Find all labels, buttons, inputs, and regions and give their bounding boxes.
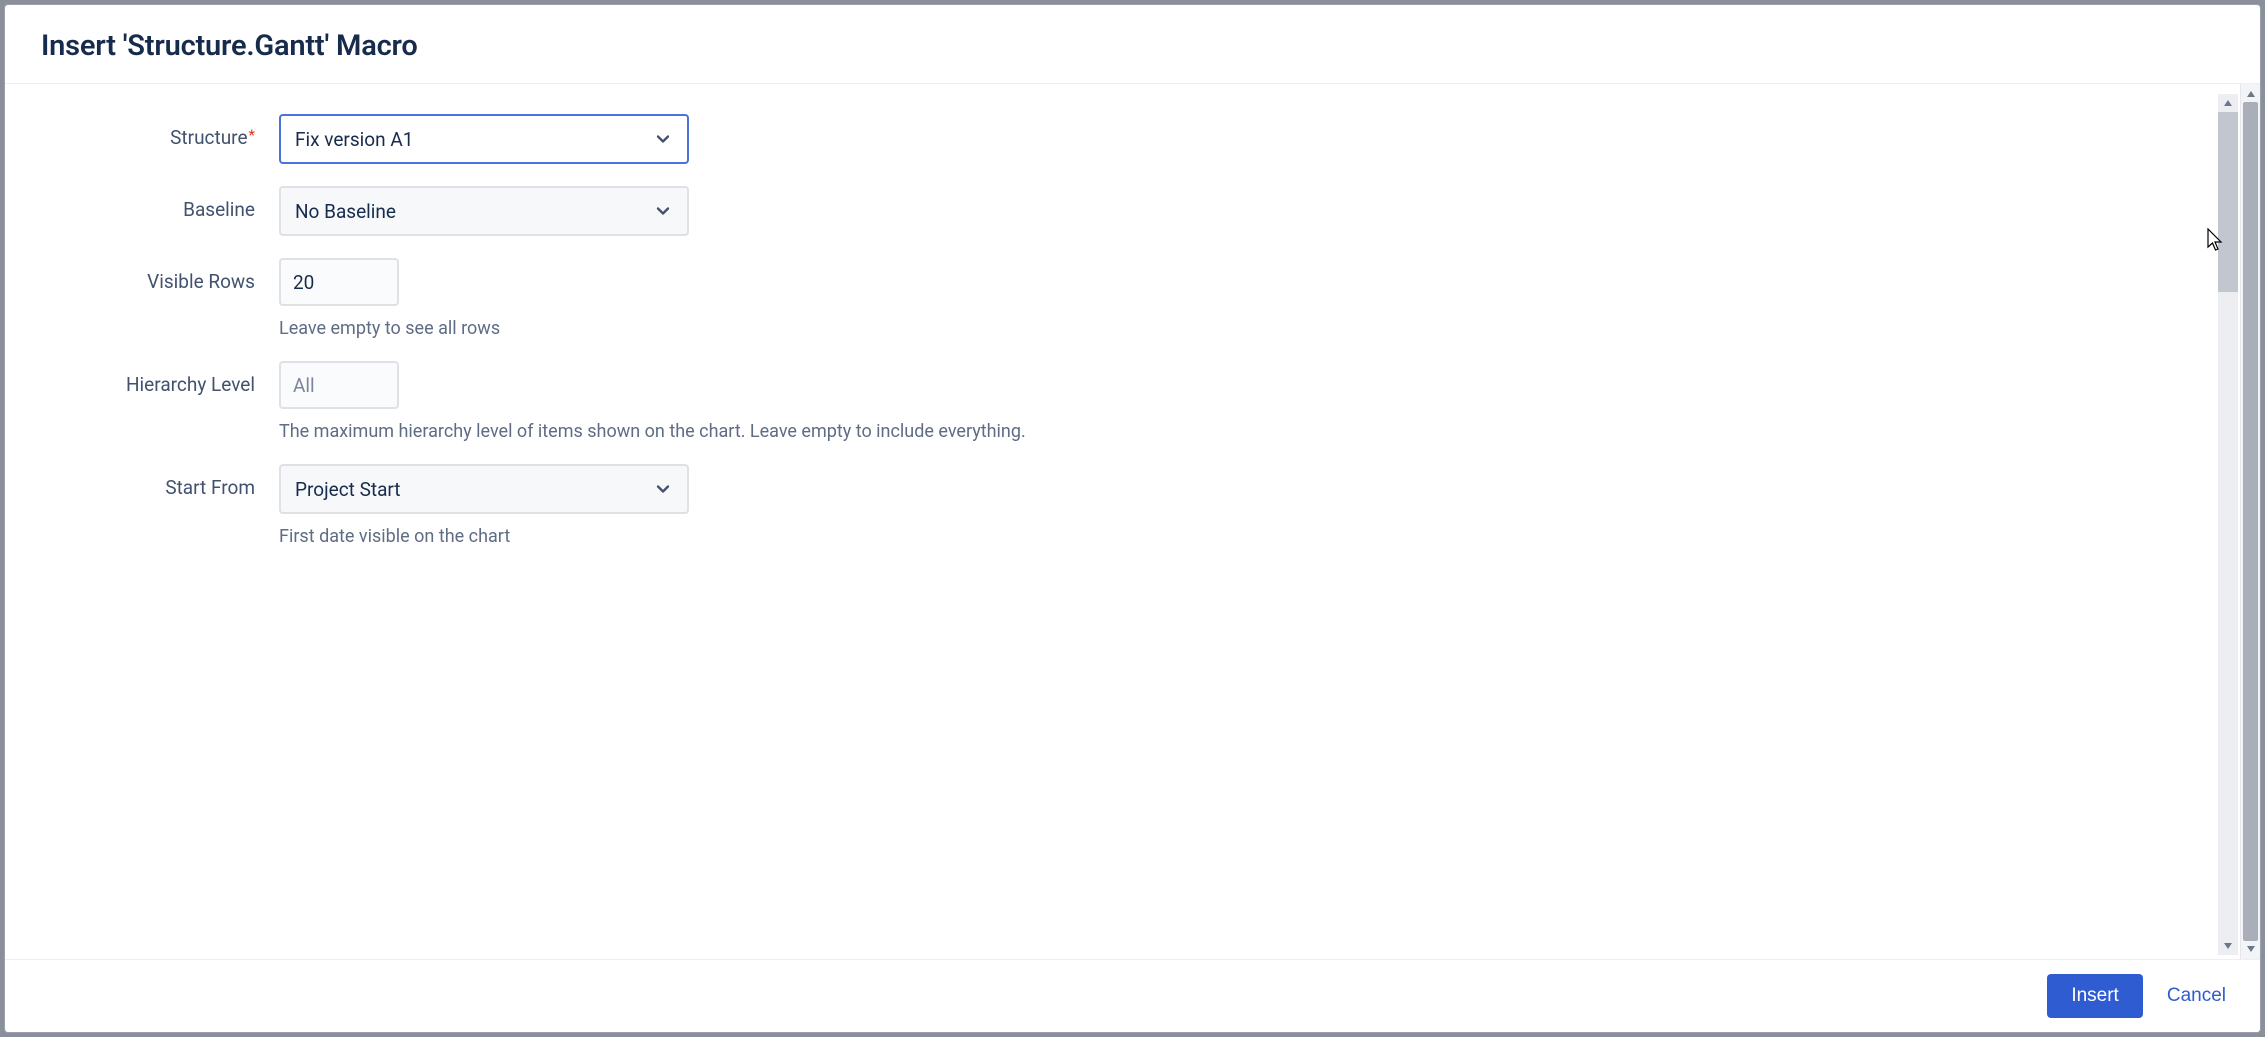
field-row-visible-rows: Visible Rows Leave empty to see all rows bbox=[41, 258, 2182, 361]
structure-select-value: Fix version A1 bbox=[295, 128, 653, 151]
structure-select[interactable]: Fix version A1 bbox=[279, 114, 689, 164]
field-label-visible-rows: Visible Rows bbox=[41, 258, 279, 293]
hierarchy-level-help: The maximum hierarchy level of items sho… bbox=[279, 421, 1026, 442]
field-row-start-from: Start From Project Start First date visi… bbox=[41, 464, 2182, 569]
scroll-down-arrow-icon[interactable] bbox=[2241, 941, 2260, 957]
dialog-title: Insert 'Structure.Gantt' Macro bbox=[41, 29, 2224, 63]
visible-rows-help: Leave empty to see all rows bbox=[279, 318, 500, 339]
outer-scrollbar-thumb[interactable] bbox=[2243, 102, 2258, 941]
hierarchy-level-input[interactable] bbox=[279, 361, 399, 409]
field-row-structure: Structure* Fix version A1 bbox=[41, 114, 2182, 164]
field-label-start-from: Start From bbox=[41, 464, 279, 499]
field-row-baseline: Baseline No Baseline bbox=[41, 186, 2182, 236]
scroll-up-arrow-icon[interactable] bbox=[2241, 86, 2260, 102]
inner-scrollbar[interactable] bbox=[2218, 94, 2238, 955]
field-label-structure: Structure* bbox=[41, 114, 279, 149]
dialog-footer: Insert Cancel bbox=[5, 959, 2260, 1032]
chevron-down-icon bbox=[653, 479, 673, 499]
start-from-help: First date visible on the chart bbox=[279, 526, 689, 547]
chevron-down-icon bbox=[653, 129, 673, 149]
baseline-select-value: No Baseline bbox=[295, 200, 653, 223]
required-mark: * bbox=[249, 126, 255, 144]
form-scroll-area[interactable]: Structure* Fix version A1 Baseline N bbox=[5, 84, 2218, 959]
visible-rows-input[interactable] bbox=[279, 258, 399, 306]
field-label-hierarchy-level: Hierarchy Level bbox=[41, 361, 279, 396]
scroll-down-arrow-icon[interactable] bbox=[2218, 939, 2238, 953]
field-label-baseline: Baseline bbox=[41, 186, 279, 221]
insert-button[interactable]: Insert bbox=[2047, 974, 2143, 1018]
inner-scrollbar-thumb[interactable] bbox=[2218, 112, 2238, 292]
label-text: Structure bbox=[170, 126, 247, 149]
baseline-select[interactable]: No Baseline bbox=[279, 186, 689, 236]
dialog-header: Insert 'Structure.Gantt' Macro bbox=[5, 5, 2260, 84]
cancel-button[interactable]: Cancel bbox=[2161, 977, 2232, 1015]
dialog-body: Structure* Fix version A1 Baseline N bbox=[5, 84, 2260, 959]
start-from-select[interactable]: Project Start bbox=[279, 464, 689, 514]
start-from-select-value: Project Start bbox=[295, 478, 653, 501]
chevron-down-icon bbox=[653, 201, 673, 221]
field-row-hierarchy-level: Hierarchy Level The maximum hierarchy le… bbox=[41, 361, 2182, 464]
scroll-up-arrow-icon[interactable] bbox=[2218, 96, 2238, 110]
outer-scrollbar[interactable] bbox=[2240, 84, 2260, 959]
macro-insert-dialog: Insert 'Structure.Gantt' Macro Structure… bbox=[4, 4, 2261, 1033]
